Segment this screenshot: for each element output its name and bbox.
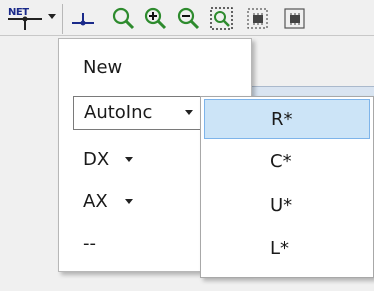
- submenu-item-label: C*: [270, 151, 292, 172]
- menu-item-new[interactable]: New: [59, 49, 251, 87]
- toolbar-separator: [62, 4, 63, 34]
- zoom-button[interactable]: [110, 6, 136, 32]
- net-dropdown-button[interactable]: NET: [6, 6, 58, 34]
- net-icon: [8, 16, 42, 30]
- menu-item-label: AX: [83, 191, 108, 212]
- zoom-area-icon: [210, 7, 233, 30]
- chevron-down-icon: [125, 199, 133, 204]
- submenu-item-u[interactable]: U*: [204, 186, 370, 226]
- submenu-item-label: L*: [270, 238, 290, 259]
- junction-tool-button[interactable]: [70, 6, 96, 32]
- submenu-item-c[interactable]: C*: [204, 142, 370, 182]
- chevron-down-icon: [185, 110, 193, 115]
- menu-item-label: AutoInc: [84, 102, 153, 123]
- submenu-item-l[interactable]: L*: [204, 229, 370, 269]
- toolbar: NET: [0, 0, 374, 36]
- toolbar-border: [0, 35, 374, 36]
- menu-item-autoinc[interactable]: AutoInc: [73, 96, 203, 130]
- component-view-button-2[interactable]: [282, 6, 308, 32]
- autoinc-submenu: R* C* U* L*: [200, 96, 374, 278]
- chip-icon: [247, 8, 268, 29]
- chip-icon: [284, 8, 305, 29]
- menu-item-label: DX: [83, 149, 110, 170]
- chevron-down-icon: [48, 14, 56, 19]
- zoom-in-button[interactable]: [142, 6, 168, 32]
- menu-item-label: --: [83, 233, 96, 254]
- magnifier-icon: [112, 7, 135, 30]
- zoom-in-icon: [144, 7, 167, 30]
- component-view-button-1[interactable]: [245, 6, 271, 32]
- zoom-area-button[interactable]: [209, 6, 235, 32]
- chevron-down-icon: [125, 157, 133, 162]
- submenu-item-label: R*: [271, 109, 293, 130]
- junction-icon: [72, 13, 94, 26]
- menu-item-label: New: [83, 57, 123, 78]
- submenu-item-r[interactable]: R*: [204, 99, 370, 139]
- zoom-out-icon: [177, 7, 200, 30]
- zoom-out-button[interactable]: [175, 6, 201, 32]
- submenu-item-label: U*: [270, 195, 293, 216]
